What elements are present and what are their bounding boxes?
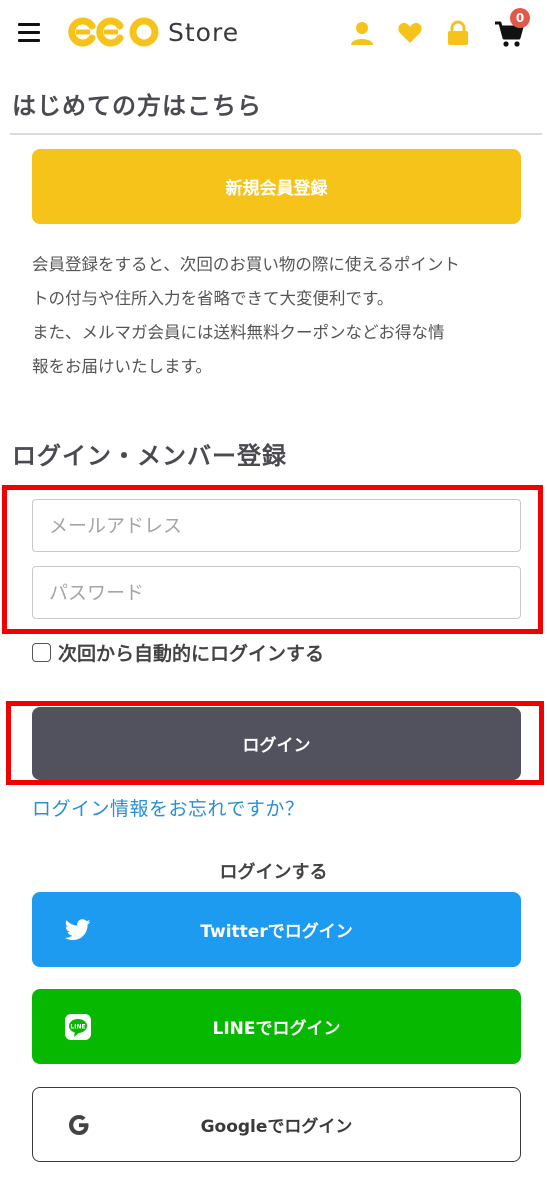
- description-line: 報をお届けいたします。: [32, 357, 212, 376]
- line-login-button[interactable]: LINE LINEでログイン: [32, 989, 521, 1064]
- login-button[interactable]: ログイン: [32, 707, 521, 780]
- line-icon: LINE: [64, 1013, 92, 1041]
- account-icon[interactable]: [349, 20, 375, 46]
- menu-icon[interactable]: [18, 22, 40, 42]
- checkbox-box[interactable]: [32, 642, 51, 662]
- social-login-title: ログインする: [219, 862, 328, 883]
- favorite-heart-icon[interactable]: [397, 20, 423, 46]
- section-divider: [10, 133, 542, 135]
- site-header: Store 0: [0, 0, 547, 68]
- twitter-login-button[interactable]: Twitterでログイン: [32, 892, 521, 967]
- svg-text:LINE: LINE: [70, 1023, 85, 1030]
- email-field[interactable]: [32, 499, 521, 552]
- login-heading: ログイン・メンバー登録: [12, 442, 287, 470]
- google-login-button[interactable]: Googleでログイン: [32, 1087, 521, 1162]
- logo-text: Store: [168, 17, 240, 47]
- password-field[interactable]: [32, 566, 521, 619]
- line-login-label: LINEでログイン: [212, 1019, 341, 1039]
- remember-me-checkbox[interactable]: 次回から自動的にログインする: [32, 640, 325, 665]
- twitter-icon: [64, 916, 92, 944]
- store-logo[interactable]: Store: [68, 14, 239, 50]
- twitter-login-label: Twitterでログイン: [200, 922, 353, 942]
- lock-icon[interactable]: [445, 20, 471, 46]
- register-description: 会員登録をすると、次回のお買い物の際に使えるポイント トの付与や住所入力を省略で…: [32, 248, 522, 384]
- description-line: トの付与や住所入力を省略できて大変便利です。: [32, 289, 394, 308]
- first-time-heading: はじめての方はこちら: [12, 92, 262, 120]
- google-login-label: Googleでログイン: [200, 1117, 353, 1137]
- cart-icon[interactable]: 0: [494, 8, 530, 47]
- forgot-login-link[interactable]: ログイン情報をお忘れですか？: [32, 794, 304, 821]
- google-icon: [65, 1111, 93, 1139]
- description-line: 会員登録をすると、次回のお買い物の際に使えるポイント: [32, 255, 460, 274]
- cart-count-badge: 0: [510, 8, 530, 28]
- register-button[interactable]: 新規会員登録: [32, 149, 521, 224]
- remember-me-label: 次回から自動的にログインする: [58, 642, 325, 665]
- description-line: また、メルマガ会員には送料無料クーポンなどお得な情: [32, 323, 445, 342]
- ceo-logo-mark-icon: [68, 17, 159, 47]
